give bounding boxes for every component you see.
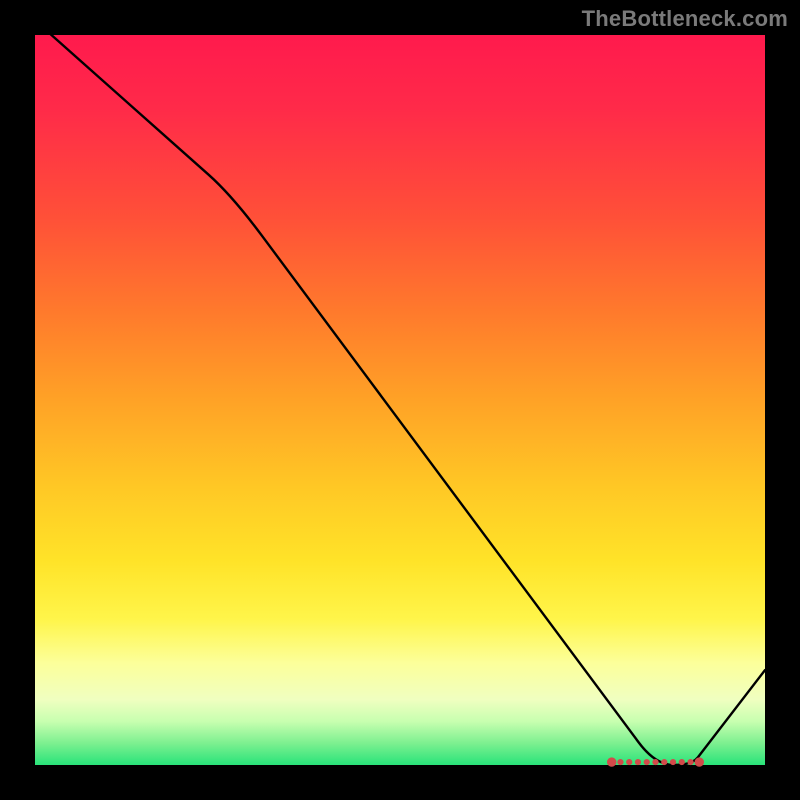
optimal-marker <box>627 759 632 764</box>
optimal-marker <box>635 759 640 764</box>
optimal-marker <box>670 759 675 764</box>
optimal-marker <box>608 758 616 766</box>
chart-frame: TheBottleneck.com <box>0 0 800 800</box>
chart-overlay <box>35 35 765 765</box>
bottleneck-curve <box>35 20 765 765</box>
optimal-marker <box>644 759 649 764</box>
attribution-label: TheBottleneck.com <box>582 6 788 32</box>
optimal-range-markers <box>608 758 704 766</box>
optimal-marker <box>679 759 684 764</box>
optimal-marker <box>662 759 667 764</box>
optimal-marker <box>688 759 693 764</box>
optimal-marker <box>653 759 658 764</box>
optimal-marker <box>618 759 623 764</box>
optimal-marker <box>695 758 703 766</box>
